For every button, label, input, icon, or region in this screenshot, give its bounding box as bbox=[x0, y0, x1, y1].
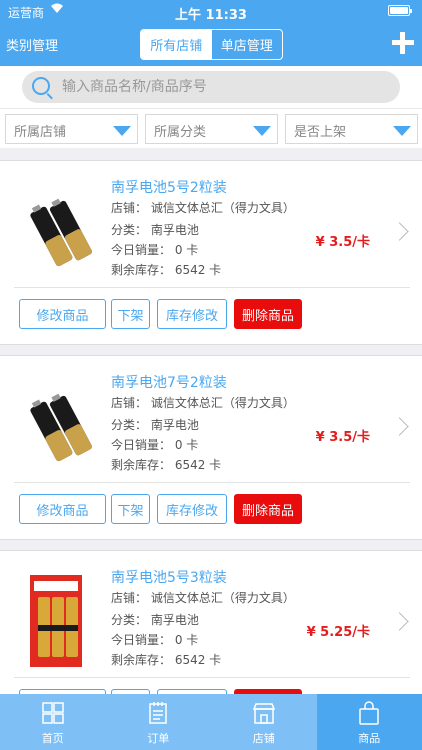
chevron-down-icon bbox=[113, 126, 131, 136]
search-input[interactable] bbox=[62, 77, 382, 97]
tab-products[interactable]: 商品 bbox=[316, 694, 422, 750]
tab-bar: 首页 订单 店铺 商品 bbox=[0, 694, 422, 750]
product-store: 店铺： 诚信文体总汇（得力文具） bbox=[111, 396, 295, 410]
chevron-down-icon bbox=[253, 126, 271, 136]
store-icon bbox=[252, 701, 276, 728]
status-bar: 运营商 上午 11:33 bbox=[0, 0, 422, 23]
add-product-icon[interactable] bbox=[392, 32, 414, 54]
unlist-button[interactable]: 下架 bbox=[111, 299, 150, 329]
bag-icon bbox=[357, 701, 381, 728]
tab-orders-label: 订单 bbox=[147, 732, 170, 745]
tab-store[interactable]: 店铺 bbox=[211, 694, 317, 750]
divider bbox=[14, 677, 410, 678]
product-stock: 剩余库存： 6542 卡 bbox=[111, 458, 222, 472]
filter-store-label: 所属店铺 bbox=[14, 125, 67, 140]
product-category: 分类： 南孚电池 bbox=[111, 418, 199, 432]
filter-listed[interactable]: 是否上架 bbox=[285, 114, 418, 144]
search-icon bbox=[32, 77, 50, 95]
product-sales: 今日销量： 0 卡 bbox=[111, 438, 199, 452]
tab-store-label: 店铺 bbox=[252, 732, 275, 745]
product-image bbox=[12, 370, 102, 480]
filter-bar: 所属店铺 所属分类 是否上架 bbox=[0, 108, 422, 148]
status-time: 上午 11:33 bbox=[175, 8, 247, 23]
battery-icon bbox=[388, 5, 412, 16]
stock-edit-button[interactable]: 库存修改 bbox=[157, 299, 227, 329]
product-store: 店铺： 诚信文体总汇（得力文具） bbox=[111, 201, 295, 215]
filter-listed-label: 是否上架 bbox=[294, 125, 347, 140]
product-category: 分类： 南孚电池 bbox=[111, 223, 199, 237]
product-card[interactable]: 南孚电池5号2粒装 店铺： 诚信文体总汇（得力文具） 分类： 南孚电池 今日销量… bbox=[0, 160, 422, 345]
store-segmented-control: 所有店铺 单店管理 bbox=[140, 29, 283, 60]
search-box bbox=[22, 71, 400, 103]
tab-home-label: 首页 bbox=[41, 732, 64, 745]
segment-single-store[interactable]: 单店管理 bbox=[212, 30, 283, 59]
product-sales: 今日销量： 0 卡 bbox=[111, 243, 199, 257]
filter-category[interactable]: 所属分类 bbox=[145, 114, 278, 144]
tab-orders[interactable]: 订单 bbox=[106, 694, 212, 750]
segment-all-stores[interactable]: 所有店铺 bbox=[141, 30, 212, 59]
chevron-down-icon bbox=[393, 126, 411, 136]
delete-product-button[interactable]: 删除商品 bbox=[234, 494, 302, 524]
tab-home[interactable]: 首页 bbox=[0, 694, 106, 750]
product-price: ¥ 5.25/卡 bbox=[306, 625, 370, 640]
stock-edit-button[interactable]: 库存修改 bbox=[157, 494, 227, 524]
product-price: ¥ 3.5/卡 bbox=[315, 430, 370, 445]
order-icon bbox=[146, 701, 170, 728]
product-category: 分类： 南孚电池 bbox=[111, 613, 199, 627]
product-stock: 剩余库存： 6542 卡 bbox=[111, 263, 222, 277]
grid-icon bbox=[41, 701, 65, 728]
product-stock: 剩余库存： 6542 卡 bbox=[111, 653, 222, 667]
search-bar bbox=[0, 66, 422, 108]
unlist-button[interactable]: 下架 bbox=[111, 494, 150, 524]
filter-store[interactable]: 所属店铺 bbox=[5, 114, 138, 144]
divider bbox=[14, 482, 410, 483]
product-title[interactable]: 南孚电池5号2粒装 bbox=[111, 177, 227, 197]
tab-products-label: 商品 bbox=[358, 732, 381, 745]
product-title[interactable]: 南孚电池5号3粒装 bbox=[111, 567, 227, 587]
product-card[interactable]: 南孚电池7号2粒装 店铺： 诚信文体总汇（得力文具） 分类： 南孚电池 今日销量… bbox=[0, 355, 422, 540]
product-sales: 今日销量： 0 卡 bbox=[111, 633, 199, 647]
product-image bbox=[12, 175, 102, 285]
filter-category-label: 所属分类 bbox=[154, 125, 207, 140]
category-manage-button[interactable]: 类别管理 bbox=[6, 35, 58, 54]
divider bbox=[14, 287, 410, 288]
product-title[interactable]: 南孚电池7号2粒装 bbox=[111, 372, 227, 392]
product-price: ¥ 3.5/卡 bbox=[315, 235, 370, 250]
product-image bbox=[12, 565, 102, 675]
edit-product-button[interactable]: 修改商品 bbox=[19, 299, 106, 329]
chevron-right-icon[interactable] bbox=[390, 612, 409, 631]
chevron-right-icon[interactable] bbox=[390, 222, 409, 241]
delete-product-button[interactable]: 删除商品 bbox=[234, 299, 302, 329]
product-store: 店铺： 诚信文体总汇（得力文具） bbox=[111, 591, 295, 605]
edit-product-button[interactable]: 修改商品 bbox=[19, 494, 106, 524]
chevron-right-icon[interactable] bbox=[390, 417, 409, 436]
